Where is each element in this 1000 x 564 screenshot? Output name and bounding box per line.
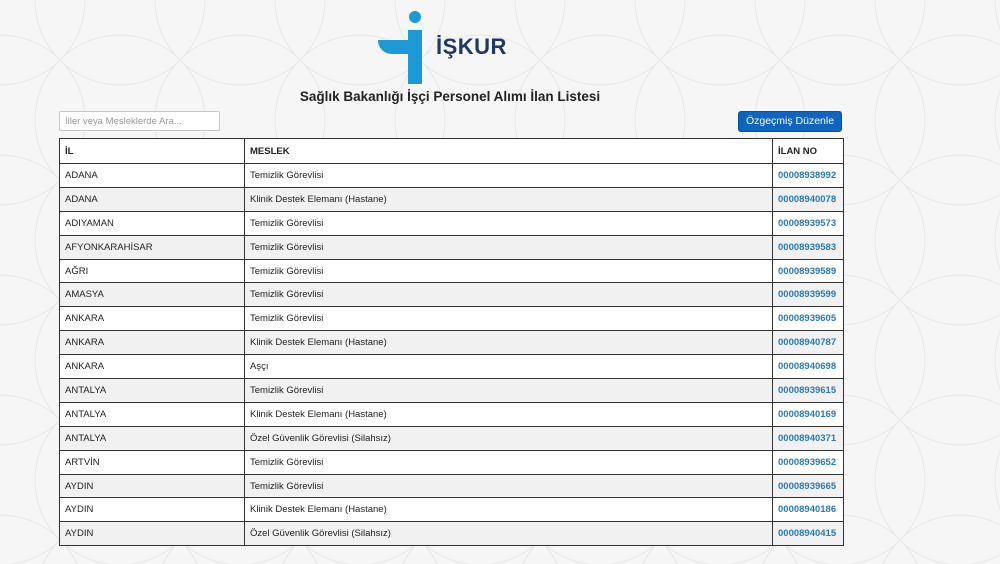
cell-il: ADIYAMAN — [59, 210, 245, 236]
cell-ilan-no[interactable]: 00008939615 — [772, 378, 844, 403]
edit-cv-button[interactable]: Özgeçmiş Düzenle — [738, 111, 842, 132]
cell-il: ANKARA — [59, 354, 245, 380]
cell-il: ANTALYA — [59, 425, 245, 451]
logo-wordmark: İŞKUR — [436, 34, 507, 59]
cell-il: AĞRI — [59, 258, 245, 284]
table-row: AYDIN Klinik Destek Elemanı (Hastane) 0000… — [59, 497, 844, 523]
table-row: AYDIN Özel Güvenlik Görevlisi (Silahsız) 0… — [59, 521, 844, 547]
cell-meslek: Klinik Destek Elemanı (Hastane) — [244, 497, 773, 523]
column-header-il[interactable]: İL — [59, 138, 245, 164]
cell-meslek: Klinik Destek Elemanı (Hastane) — [244, 186, 773, 212]
cell-il: AMASYA — [59, 282, 245, 308]
table-row: ANKARA Klinik Destek Elemanı (Hastane) 000… — [59, 330, 844, 356]
cell-ilan-no[interactable]: 00008940371 — [772, 425, 844, 451]
table-row: ADANA Klinik Destek Elemanı (Hastane) 0000… — [59, 186, 844, 212]
cell-meslek: Temizlik Görevlisi — [244, 282, 773, 308]
cell-il: AFYONKARAHİSAR — [59, 234, 245, 260]
cell-ilan-no[interactable]: 00008940169 — [772, 401, 844, 427]
cell-il: ADANA — [59, 163, 245, 188]
cell-ilan-no[interactable]: 00008939573 — [772, 210, 844, 236]
cell-ilan-no[interactable]: 00008939599 — [772, 282, 844, 308]
cell-ilan-no[interactable]: 00008940698 — [772, 354, 844, 380]
cell-il: AYDIN — [59, 497, 245, 523]
cell-ilan-no[interactable]: 00008939583 — [772, 234, 844, 260]
iskur-logo-mark — [378, 11, 422, 84]
table-row: ARTVİN Temizlik Görevlisi 00008939652 — [59, 449, 844, 475]
cell-meslek: Aşçı — [244, 354, 773, 380]
table-row: AĞRI Temizlik Görevlisi 00008939589 — [59, 258, 844, 284]
column-header-meslek[interactable]: MESLEK — [244, 138, 773, 164]
cell-meslek: Temizlik Görevlisi — [244, 210, 773, 236]
table-row: ANKARA Temizlik Görevlisi 00008939605 — [59, 306, 844, 332]
cell-meslek: Temizlik Görevlisi — [244, 473, 773, 499]
cell-ilan-no[interactable]: 00008938992 — [772, 163, 844, 188]
cell-il: ANTALYA — [59, 378, 245, 403]
table-row: ANKARA Aşçı 00008940698 — [59, 354, 844, 380]
table-row: AMASYA Temizlik Görevlisi 00008939599 — [59, 282, 844, 308]
cell-meslek: Temizlik Görevlisi — [244, 306, 773, 332]
table-row: ANTALYA Klinik Destek Elemanı (Hastane) 00… — [59, 401, 844, 427]
cell-ilan-no[interactable]: 00008939652 — [772, 449, 844, 475]
cell-ilan-no[interactable]: 00008939605 — [772, 306, 844, 332]
search-input[interactable] — [59, 111, 220, 131]
cell-ilan-no[interactable]: 00008939665 — [772, 473, 844, 499]
table-row: ADANA Temizlik Görevlisi 00008938992 — [59, 163, 844, 188]
table-row: ADIYAMAN Temizlik Görevlisi 00008939573 — [59, 210, 844, 236]
cell-meslek: Klinik Destek Elemanı (Hastane) — [244, 330, 773, 356]
cell-ilan-no[interactable]: 00008940787 — [772, 330, 844, 356]
cell-il: ANKARA — [59, 306, 245, 332]
cell-il: ADANA — [59, 186, 245, 212]
page-title: Sağlık Bakanlığı İşçi Personel Alımı İla… — [299, 89, 601, 104]
cell-meslek: Klinik Destek Elemanı (Hastane) — [244, 401, 773, 427]
cell-meslek: Temizlik Görevlisi — [244, 378, 773, 403]
table-row: ANTALYA Temizlik Görevlisi 00008939615 — [59, 378, 844, 403]
cell-meslek: Özel Güvenlik Görevlisi (Silahsız) — [244, 521, 773, 547]
cell-il: AYDIN — [59, 473, 245, 499]
cell-il: AYDIN — [59, 521, 245, 547]
iskur-logo: İŞKUR — [378, 10, 524, 86]
job-listing-table: İL MESLEK İLAN NO ADANA Temizlik Görevlis… — [59, 138, 844, 547]
cell-ilan-no[interactable]: 00008940078 — [772, 186, 844, 212]
table-row: AYDIN Temizlik Görevlisi 00008939665 — [59, 473, 844, 499]
column-header-ilan-no[interactable]: İLAN NO — [772, 138, 844, 164]
cell-ilan-no[interactable]: 00008940415 — [772, 521, 844, 547]
cell-meslek: Temizlik Görevlisi — [244, 234, 773, 260]
cell-meslek: Temizlik Görevlisi — [244, 163, 773, 188]
cell-ilan-no[interactable]: 00008939589 — [772, 258, 844, 284]
cell-meslek: Temizlik Görevlisi — [244, 258, 773, 284]
cell-meslek: Özel Güvenlik Görevlisi (Silahsız) — [244, 425, 773, 451]
table-row: ANTALYA Özel Güvenlik Görevlisi (Silahsız… — [59, 425, 844, 451]
cell-il: ANKARA — [59, 330, 245, 356]
table-row: AFYONKARAHİSAR Temizlik Görevlisi 00008939… — [59, 234, 844, 260]
cell-meslek: Temizlik Görevlisi — [244, 449, 773, 475]
cell-il: ANTALYA — [59, 401, 245, 427]
table-header-row: İL MESLEK İLAN NO — [59, 138, 844, 164]
cell-ilan-no[interactable]: 00008940186 — [772, 497, 844, 523]
cell-il: ARTVİN — [59, 449, 245, 475]
